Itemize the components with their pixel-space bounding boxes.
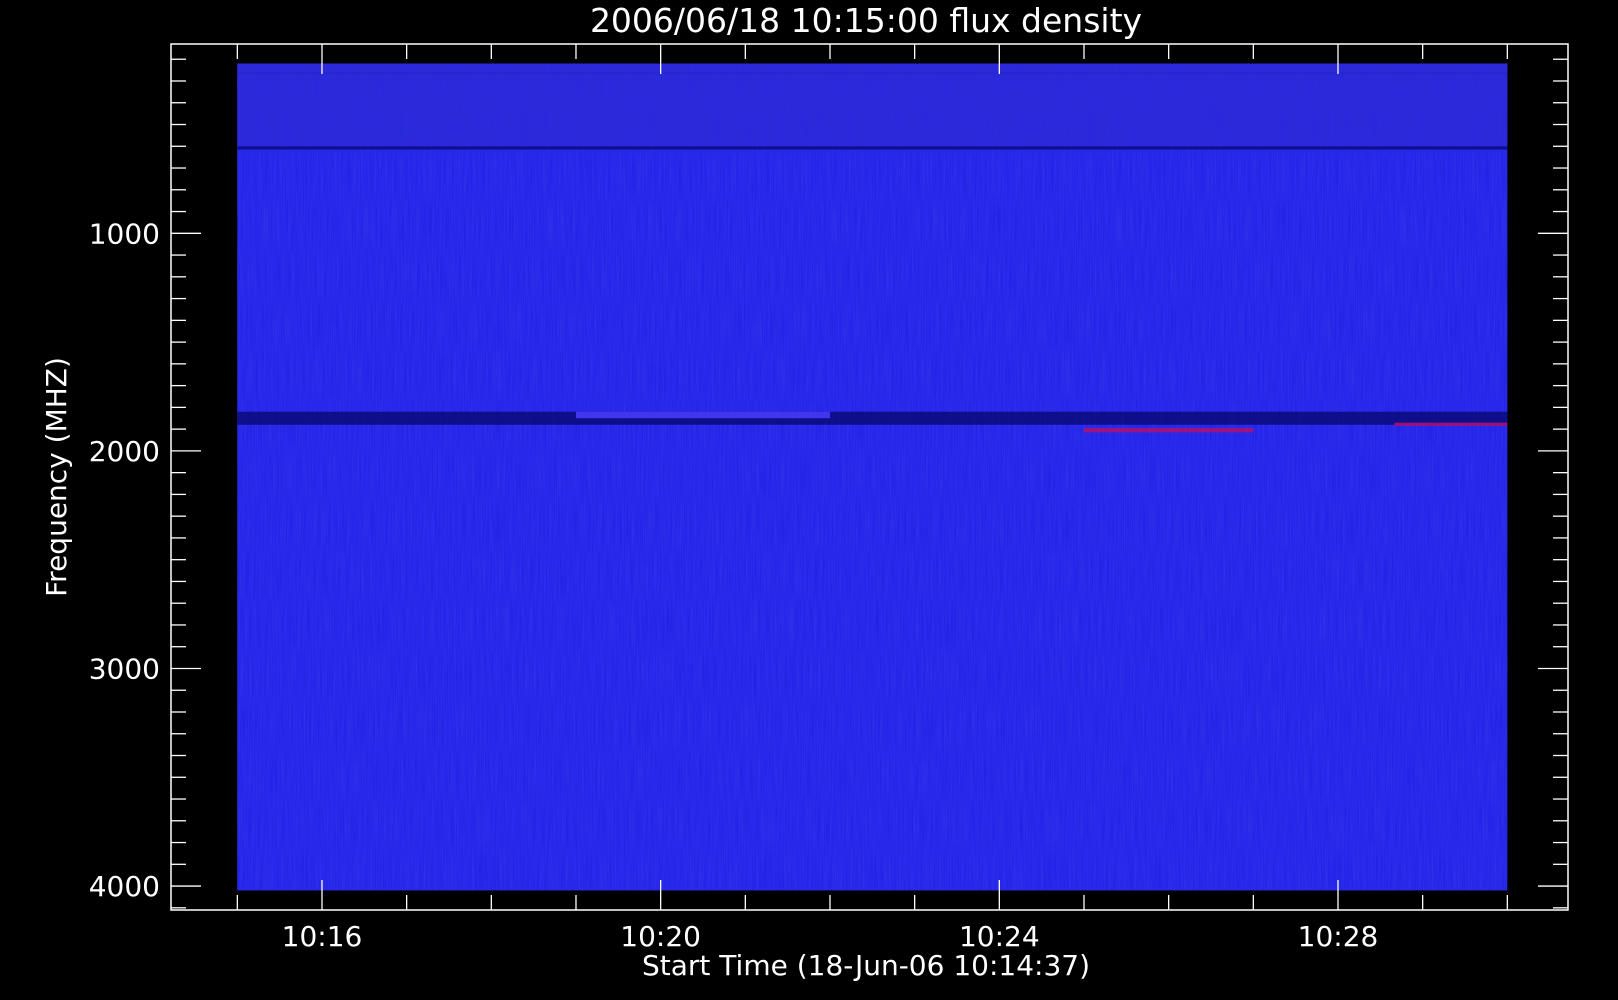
y-tick-label: 4000 [89,870,160,903]
spectrum-layer [237,63,1508,891]
spectrum-feature [237,146,1508,150]
x-tick-label: 10:16 [282,920,363,953]
spectrum-feature [237,411,1508,425]
x-tick-label: 10:28 [1298,920,1379,953]
spectrogram-chart: 2006/06/18 10:15:00 flux density 1000 200… [0,0,1618,1000]
spectrum-feature [1394,422,1508,426]
spectrum-feature [575,411,830,419]
y-tick-label: 1000 [89,217,160,250]
chart-title: 2006/06/18 10:15:00 flux density [590,1,1142,40]
spectrum-feature [1083,428,1254,433]
x-axis-label: Start Time (18-Jun-06 10:14:37) [642,949,1090,982]
y-axis-label: Frequency (MHZ) [40,357,73,597]
spectrum-feature [237,63,1508,147]
spectrum-noise [237,63,1508,891]
y-tick-label: 3000 [89,652,160,685]
y-tick-label: 2000 [89,435,160,468]
